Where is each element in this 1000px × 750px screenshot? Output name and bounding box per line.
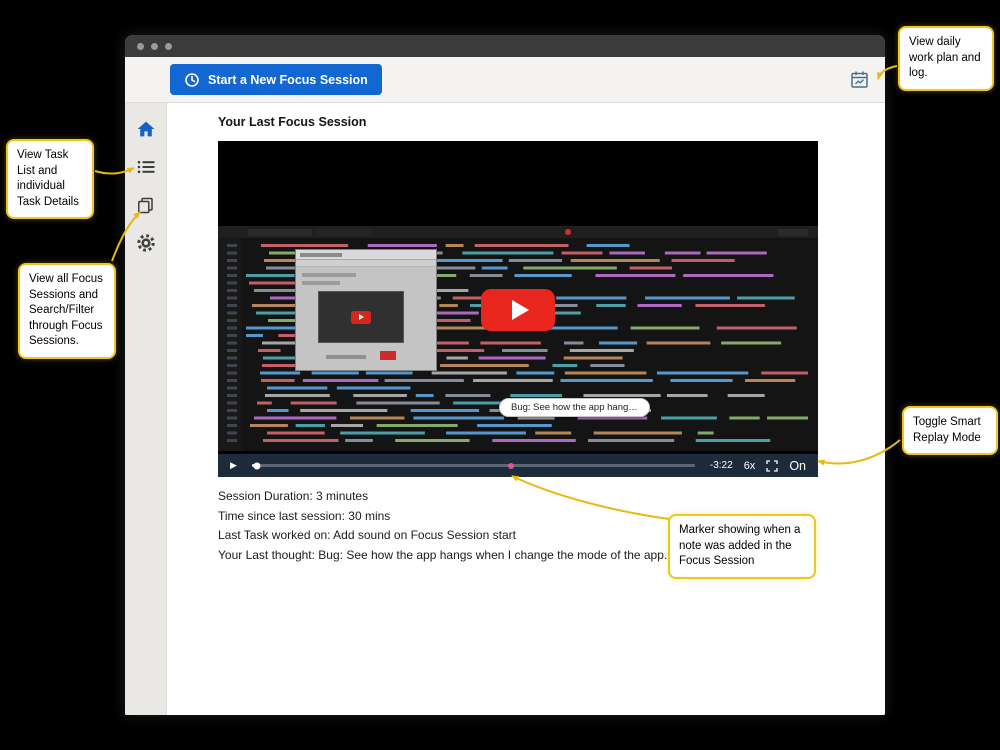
inner-text-bar (326, 355, 366, 359)
window-control-dot[interactable] (137, 43, 144, 50)
screenshot-inner-window (295, 249, 437, 371)
playhead[interactable] (253, 462, 260, 469)
fullscreen-button[interactable] (766, 460, 778, 472)
note-marker-dot[interactable] (508, 463, 514, 469)
inner-video-thumbnail (318, 291, 404, 343)
callout-daily-plan: View daily work plan and log. (898, 26, 994, 91)
inner-window-body (296, 267, 436, 368)
progress-bar[interactable] (252, 464, 695, 467)
task-list-icon (137, 160, 155, 174)
inner-window-titlebar (296, 250, 436, 260)
callout-note-marker: Marker showing when a note was added in … (668, 514, 816, 579)
main-content: Your Last Focus Session (167, 103, 885, 715)
mini-youtube-play-icon (351, 311, 371, 324)
window-control-dot[interactable] (151, 43, 158, 50)
inner-text-bar (302, 273, 356, 277)
window-titlebar (125, 35, 885, 57)
fullscreen-icon (766, 460, 778, 472)
app-window: Start a New Focus Session (125, 35, 885, 715)
app-body: Your Last Focus Session (125, 103, 885, 715)
start-focus-session-button[interactable]: Start a New Focus Session (170, 64, 382, 95)
sidebar (125, 103, 167, 715)
callout-task-list: View Task List and individual Task Detai… (6, 139, 94, 219)
playback-speed-button[interactable]: 6x (744, 460, 756, 472)
callout-sessions: View all Focus Sessions and Search/Filte… (18, 263, 116, 359)
sidebar-item-home[interactable] (133, 116, 159, 142)
clock-icon (184, 72, 200, 88)
start-button-label: Start a New Focus Session (208, 73, 368, 87)
sidebar-item-settings[interactable] (133, 230, 159, 256)
youtube-play-icon[interactable] (481, 289, 555, 331)
sidebar-item-task-list[interactable] (133, 154, 159, 180)
callout-smart-replay: Toggle Smart Replay Mode (902, 406, 998, 455)
sidebar-item-focus-sessions[interactable] (133, 192, 159, 218)
inner-text-bar (302, 281, 340, 285)
copy-pages-icon (137, 197, 154, 214)
video-controls-bar: ▶ -3:22 6x (218, 454, 818, 477)
toolbar: Start a New Focus Session (125, 57, 885, 103)
play-icon[interactable]: ▶ (230, 461, 237, 470)
home-icon (136, 120, 156, 138)
annotated-screenshot: Start a New Focus Session (0, 0, 1000, 750)
daily-plan-button[interactable] (850, 70, 869, 89)
note-tooltip: Bug: See how the app hang… (499, 398, 650, 417)
gear-icon (136, 233, 156, 253)
inner-red-badge (380, 351, 396, 360)
page-title: Your Last Focus Session (218, 115, 885, 129)
time-remaining: -3:22 (710, 460, 733, 471)
smart-replay-toggle[interactable]: On (789, 459, 806, 473)
window-control-dot[interactable] (165, 43, 172, 50)
calendar-icon (850, 70, 869, 89)
session-info-line: Session Duration: 3 minutes (218, 487, 885, 507)
video-player[interactable]: Bug: See how the app hang… ▶ -3:22 6x (218, 141, 818, 477)
inner-window-menubar (296, 260, 436, 267)
